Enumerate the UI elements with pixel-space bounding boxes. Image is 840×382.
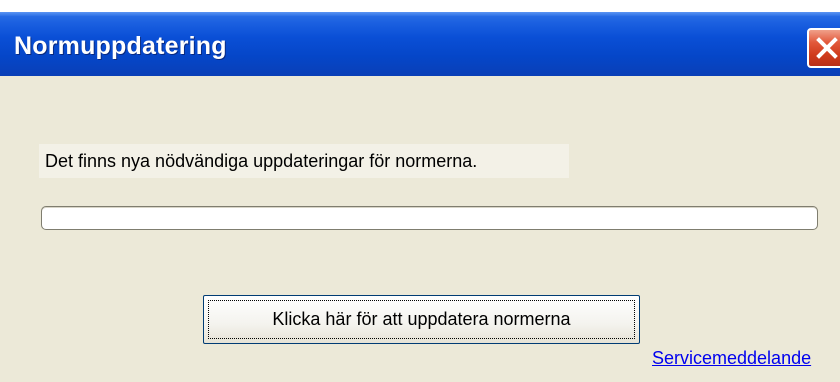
update-message: Det finns nya nödvändiga uppdateringar f… [39, 144, 569, 178]
progress-bar [41, 206, 818, 230]
window-title: Normuppdatering [14, 32, 227, 60]
service-message-link[interactable]: Servicemeddelande [652, 348, 811, 369]
title-bar[interactable]: Normuppdatering [0, 12, 840, 76]
dialog-window: Normuppdatering Det finns nya nödvändiga… [0, 0, 840, 382]
close-icon [816, 37, 838, 59]
close-button[interactable] [807, 28, 840, 68]
update-norms-button-label: Klicka här för att uppdatera normerna [272, 309, 571, 329]
update-norms-button[interactable]: Klicka här för att uppdatera normerna [203, 295, 640, 344]
